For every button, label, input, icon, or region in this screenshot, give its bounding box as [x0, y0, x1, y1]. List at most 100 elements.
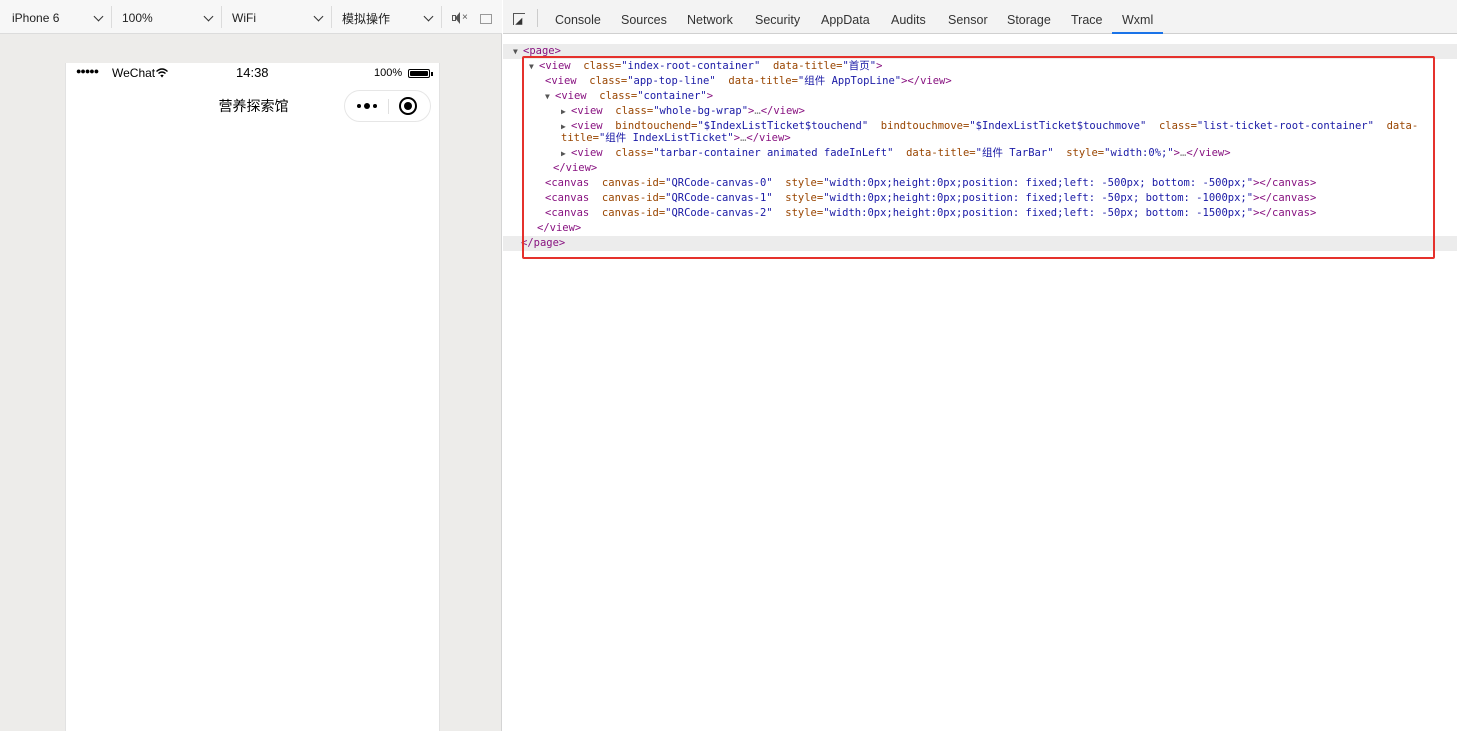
tree-node-index-root[interactable]: ▼ <view class="index-root-container" data… [503, 59, 882, 74]
expand-triangle-icon[interactable]: ▼ [529, 59, 539, 74]
tree-node-canvas-1[interactable]: <canvas canvas-id="QRCode-canvas-1" styl… [503, 191, 1316, 206]
status-bar: ●●●●● WeChat 14:38 100% [66, 63, 441, 83]
tag-open: <canvas [545, 177, 590, 189]
tab-storage[interactable]: Storage [1007, 0, 1051, 34]
attr-value: "whole-bg-wrap" [653, 105, 749, 117]
chevron-down-icon [423, 11, 434, 22]
simulator-pane: iPhone 6 100% WiFi 模拟操作 × ●●●●● WeChat 1… [0, 0, 502, 731]
close-mini-program-icon[interactable] [399, 97, 417, 115]
device-select-value: iPhone 6 [12, 11, 60, 25]
tree-node-canvas-2[interactable]: <canvas canvas-id="QRCode-canvas-2" styl… [503, 206, 1316, 221]
expand-triangle-icon[interactable]: ▼ [513, 44, 523, 59]
collapse-triangle-icon[interactable]: ▶ [561, 104, 571, 119]
attr-name: data-title= [772, 60, 843, 72]
attr-name: canvas-id= [601, 207, 666, 219]
zoom-select-value: 100% [122, 11, 153, 25]
operation-select[interactable]: 模拟操作 [342, 5, 438, 31]
tag-open: <view [539, 60, 571, 72]
zoom-select[interactable]: 100% [122, 5, 218, 31]
devtools-tab-bar: Console Sources Network Security AppData… [503, 0, 1457, 34]
tab-appdata[interactable]: AppData [821, 0, 870, 34]
mute-icon[interactable]: × [452, 12, 468, 24]
tab-network[interactable]: Network [687, 0, 733, 34]
tag-close: ></view> [901, 75, 952, 87]
attr-name: class= [589, 75, 628, 87]
device-select[interactable]: iPhone 6 [12, 5, 108, 31]
simulator-toolbar: iPhone 6 100% WiFi 模拟操作 × [0, 0, 502, 34]
attr-value: "QRCode-canvas-2" [665, 207, 773, 219]
tab-audits[interactable]: Audits [891, 0, 926, 34]
expand-triangle-icon[interactable]: ▼ [545, 89, 555, 104]
signal-icon: ●●●●● [76, 66, 99, 76]
tag-open: <view [545, 75, 577, 87]
tag-close: ></canvas> [1253, 177, 1317, 189]
tag-open: <canvas [545, 207, 590, 219]
attr-value: "组件 TarBar" [975, 147, 1054, 159]
tab-sources[interactable]: Sources [621, 0, 667, 34]
tag-close: > [876, 60, 883, 72]
attr-value: "tarbar-container animated fadeInLeft" [653, 147, 894, 159]
attr-value: "组件 AppTopLine" [797, 75, 902, 87]
network-select-value: WiFi [232, 11, 256, 25]
wifi-icon [156, 68, 168, 78]
attr-name: class= [1158, 120, 1197, 132]
tree-node-container[interactable]: ▼ <view class="container"> [503, 89, 713, 104]
attr-name: class= [599, 90, 638, 102]
attr-name: data-title= [906, 147, 976, 159]
tag-open: <view [571, 105, 603, 117]
attr-value: "width:0px;height:0px;position: fixed;le… [823, 192, 1254, 204]
tag-end: </view> [553, 162, 598, 174]
attr-name: data-title= [728, 75, 798, 87]
attr-name: canvas-id= [601, 192, 666, 204]
tree-node-index-root-end[interactable]: </view> [503, 221, 581, 236]
phone-screen: ●●●●● WeChat 14:38 100% 营养探索馆 [65, 63, 440, 731]
chevron-down-icon [313, 11, 324, 22]
attr-value: "width:0px;height:0px;position: fixed;le… [823, 207, 1254, 219]
tree-node-whole-bg-wrap[interactable]: ▶ <view class="whole-bg-wrap">…</view> [503, 104, 805, 119]
attr-name: style= [785, 192, 824, 204]
tree-node-canvas-0[interactable]: <canvas canvas-id="QRCode-canvas-0" styl… [503, 176, 1316, 191]
tab-console[interactable]: Console [555, 0, 601, 34]
tag-open: <view [571, 147, 603, 159]
tree-node-container-end[interactable]: </view> [503, 161, 597, 176]
attr-name: title= [561, 132, 599, 144]
collapse-triangle-icon[interactable]: ▶ [561, 146, 571, 161]
attr-name: bindtouchmove= [880, 120, 970, 132]
tree-node-page[interactable]: ▼ <page> [503, 44, 1457, 59]
attr-value: "组件 IndexListTicket" [598, 132, 734, 144]
mini-program-nav-bar: 营养探索馆 [66, 83, 441, 127]
tag-close: ></canvas> [1253, 192, 1317, 204]
tree-node-app-top-line[interactable]: <view class="app-top-line" data-title="组… [503, 74, 952, 89]
tab-trace[interactable]: Trace [1071, 0, 1103, 34]
attr-name: canvas-id= [601, 177, 666, 189]
tab-wxml[interactable]: Wxml [1111, 0, 1164, 34]
network-select[interactable]: WiFi [232, 5, 328, 31]
inspect-element-icon[interactable] [513, 13, 526, 29]
battery-icon [408, 69, 433, 78]
tag-end: </view> [760, 105, 805, 117]
attr-value: "首页" [842, 60, 877, 72]
tag-end: </view> [537, 222, 582, 234]
attr-value: "app-top-line" [627, 75, 716, 87]
tree-node-page-end[interactable]: </page> [503, 236, 1457, 251]
tag-close: > [706, 90, 714, 102]
tab-sensor[interactable]: Sensor [948, 0, 988, 34]
attr-name: style= [785, 177, 824, 189]
tree-node-tarbar[interactable]: ▶ <view class="tarbar-container animated … [503, 146, 1231, 161]
tag-open: <page> [523, 45, 561, 57]
chevron-down-icon [93, 11, 104, 22]
attr-name: style= [1066, 147, 1105, 159]
tree-node-list-ticket-wrap: title="组件 IndexListTicket">…</view> [503, 131, 791, 146]
divider [331, 6, 332, 28]
tag-close: ></canvas> [1253, 207, 1317, 219]
attr-name: class= [615, 147, 654, 159]
more-icon[interactable] [345, 91, 388, 121]
tab-security[interactable]: Security [755, 0, 800, 34]
attr-value: "width:0%;" [1104, 147, 1174, 159]
attr-value: "$IndexListTicket$touchmove" [969, 120, 1147, 132]
attr-value: "QRCode-canvas-0" [665, 177, 773, 189]
divider [441, 6, 442, 28]
capsule-menu [344, 90, 431, 122]
attr-value: "container" [637, 90, 707, 102]
window-icon[interactable] [480, 14, 492, 24]
